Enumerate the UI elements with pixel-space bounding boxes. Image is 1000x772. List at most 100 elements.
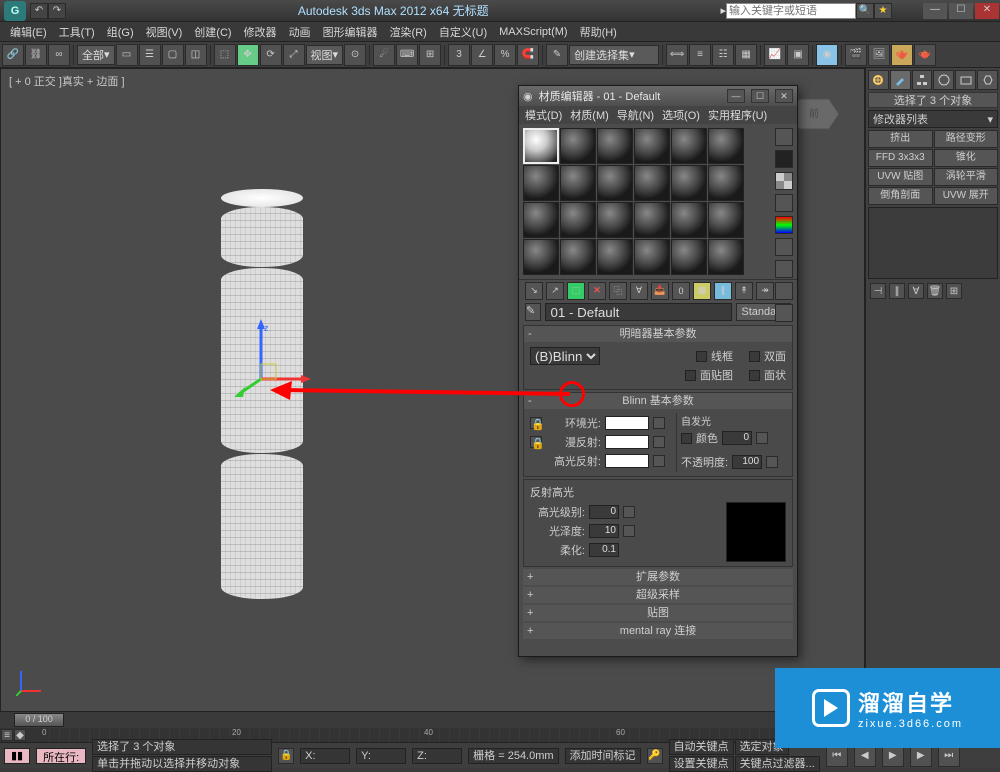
- keyfilter-button[interactable]: 关键点过滤器...: [735, 756, 820, 772]
- tab-display[interactable]: [955, 70, 976, 90]
- material-slot[interactable]: [523, 165, 559, 201]
- pick-material-icon[interactable]: ✎: [525, 303, 541, 321]
- coord-z[interactable]: Z:: [412, 748, 462, 764]
- material-slot[interactable]: [560, 202, 596, 238]
- rendered-frame-icon[interactable]: 🖼: [868, 44, 890, 66]
- refcoord-dropdown[interactable]: 视图 ▾: [306, 45, 344, 65]
- pin-stack-icon[interactable]: ⊣: [870, 283, 886, 299]
- speclevel-spinner[interactable]: 0: [589, 505, 619, 519]
- material-slot[interactable]: [560, 239, 596, 275]
- edit-selset-icon[interactable]: ✎: [546, 44, 568, 66]
- tab-create[interactable]: [868, 70, 889, 90]
- menu-maxscript[interactable]: MAXScript(M): [493, 26, 573, 38]
- mod-unwrap[interactable]: UVW 展开: [934, 187, 999, 205]
- me-menu-mode[interactable]: 模式(D): [525, 107, 562, 123]
- layer-icon[interactable]: ☷: [712, 44, 734, 66]
- material-slot[interactable]: [634, 128, 670, 164]
- time-slider-thumb[interactable]: 0 / 100: [14, 713, 64, 727]
- material-slot[interactable]: [671, 128, 707, 164]
- link-icon[interactable]: 🔗: [2, 44, 24, 66]
- material-slot[interactable]: [671, 165, 707, 201]
- search-help-icon[interactable]: 🔍: [856, 3, 874, 19]
- mod-extrude[interactable]: 挤出: [868, 130, 933, 148]
- named-selset-dropdown[interactable]: 创建选择集 ▾: [569, 45, 659, 65]
- trackbar-keys-icon[interactable]: ◆: [14, 729, 26, 741]
- menu-tools[interactable]: 工具(T): [53, 24, 101, 40]
- backlight-icon[interactable]: [775, 150, 793, 168]
- location-field[interactable]: 所在行:: [36, 748, 86, 764]
- material-slot[interactable]: [708, 165, 744, 201]
- rollout-maps[interactable]: +贴图: [523, 605, 793, 621]
- material-slot[interactable]: [560, 128, 596, 164]
- select-region-icon[interactable]: ▢: [162, 44, 184, 66]
- mirror-icon[interactable]: ⟺: [666, 44, 688, 66]
- render-prod-icon[interactable]: 🫖: [914, 44, 936, 66]
- wire-checkbox[interactable]: [696, 351, 707, 362]
- ambient-map-button[interactable]: [653, 417, 665, 429]
- ambient-swatch[interactable]: [605, 416, 649, 430]
- unlink-icon[interactable]: ⛓: [25, 44, 47, 66]
- gloss-map-button[interactable]: [623, 525, 635, 537]
- schematic-icon[interactable]: ▣: [787, 44, 809, 66]
- assign-to-sel-icon[interactable]: ⬚: [567, 282, 585, 300]
- menu-render[interactable]: 渲染(R): [384, 24, 433, 40]
- select-icon[interactable]: ▭: [116, 44, 138, 66]
- menu-edit[interactable]: 编辑(E): [4, 24, 53, 40]
- tab-utilities[interactable]: [977, 70, 998, 90]
- mod-uvwmap[interactable]: UVW 贴图: [868, 168, 933, 186]
- make-unique-icon[interactable]: ∀: [630, 282, 648, 300]
- material-slot[interactable]: [560, 165, 596, 201]
- mod-turbosm[interactable]: 涡轮平滑: [934, 168, 999, 186]
- autokey-button[interactable]: 自动关键点: [669, 739, 734, 755]
- align-icon[interactable]: ≡: [689, 44, 711, 66]
- make-preview-icon[interactable]: [775, 238, 793, 256]
- me-minimize-button[interactable]: —: [727, 89, 745, 103]
- sample-type-icon[interactable]: [775, 128, 793, 146]
- si-spinner[interactable]: 0: [722, 431, 752, 445]
- viewport-label[interactable]: [ + 0 正交 ]真实 + 边面 ]: [9, 73, 125, 89]
- trackbar-toggle-icon[interactable]: ≡: [1, 729, 13, 741]
- get-material-icon[interactable]: ↘: [525, 282, 543, 300]
- tab-modify[interactable]: [890, 70, 911, 90]
- select-move-icon[interactable]: ✥: [237, 44, 259, 66]
- material-slot[interactable]: [597, 128, 633, 164]
- me-menu-material[interactable]: 材质(M): [570, 107, 609, 123]
- redo-icon[interactable]: ↷: [48, 3, 66, 19]
- menu-modifiers[interactable]: 修改器: [238, 24, 283, 40]
- material-slot[interactable]: [634, 239, 670, 275]
- filter-dropdown[interactable]: 全部 ▾: [77, 45, 115, 65]
- snap-toggle-icon[interactable]: 3: [448, 44, 470, 66]
- bg-checker-icon[interactable]: [775, 172, 793, 190]
- me-menu-util[interactable]: 实用程序(U): [708, 107, 767, 123]
- select-by-mat-icon[interactable]: [775, 282, 793, 300]
- opacity-map-button[interactable]: [766, 456, 778, 468]
- go-parent-icon[interactable]: ↟: [735, 282, 753, 300]
- menu-group[interactable]: 组(G): [101, 24, 140, 40]
- minimize-button[interactable]: —: [923, 3, 947, 19]
- bind-icon[interactable]: ∞: [48, 44, 70, 66]
- video-color-icon[interactable]: [775, 216, 793, 234]
- remove-mod-icon[interactable]: 🗑: [927, 283, 943, 299]
- lock-amb-diff-icon[interactable]: 🔒: [530, 417, 542, 429]
- menu-graph[interactable]: 图形编辑器: [317, 24, 384, 40]
- speclevel-map-button[interactable]: [623, 506, 635, 518]
- material-slot[interactable]: [671, 239, 707, 275]
- menu-help[interactable]: 帮助(H): [574, 24, 623, 40]
- modifier-stack[interactable]: [868, 207, 998, 279]
- rollout-extended[interactable]: +扩展参数: [523, 569, 793, 585]
- show-in-vp-icon[interactable]: ▦: [693, 282, 711, 300]
- star-icon[interactable]: ★: [874, 3, 892, 19]
- material-slot[interactable]: [597, 239, 633, 275]
- material-slot[interactable]: [523, 239, 559, 275]
- undo-icon[interactable]: ↶: [30, 3, 48, 19]
- maximize-button[interactable]: ☐: [949, 3, 973, 19]
- ribbon-icon[interactable]: ▦: [735, 44, 757, 66]
- rollout-supersample[interactable]: +超级采样: [523, 587, 793, 603]
- config-icon[interactable]: ⊞: [946, 283, 962, 299]
- material-slot[interactable]: [708, 202, 744, 238]
- rollout-mentalray[interactable]: +mental ray 连接: [523, 623, 793, 639]
- help-search-input[interactable]: [726, 3, 856, 19]
- material-slot[interactable]: [671, 202, 707, 238]
- mod-taper[interactable]: 锥化: [934, 149, 999, 167]
- pivot-icon[interactable]: ⊙: [344, 44, 366, 66]
